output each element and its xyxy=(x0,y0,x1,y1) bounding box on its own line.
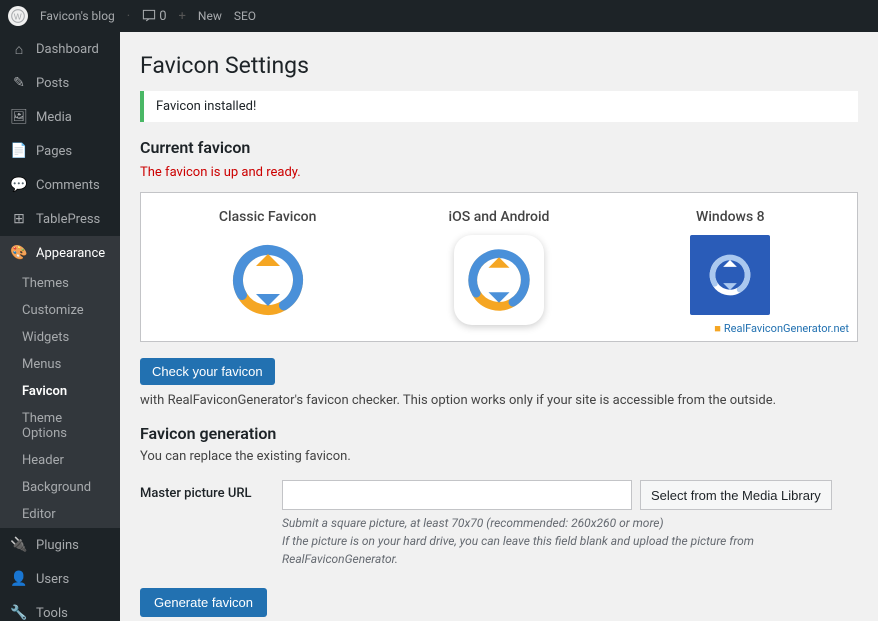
win-icon xyxy=(690,235,770,315)
check-area: Check your favicon with RealFaviconGener… xyxy=(140,358,858,408)
classic-label: Classic Favicon xyxy=(219,209,317,225)
status-text: The favicon is up and ready. xyxy=(140,165,858,180)
ios-icon xyxy=(454,235,544,325)
seo-link[interactable]: SEO xyxy=(234,9,256,23)
ios-label: iOS and Android xyxy=(449,209,550,225)
rfg-link[interactable]: ■ RealFaviconGenerator.net xyxy=(714,322,849,335)
comments-link[interactable]: 0 xyxy=(142,9,166,24)
site-name[interactable]: Favicon's blog xyxy=(40,9,115,23)
svg-text:W: W xyxy=(14,12,22,22)
favicon-classic-col: Classic Favicon xyxy=(157,209,378,325)
layout: ⌂ Dashboard ✎ Posts 🖼 Media 📄 Pages 💬 Co… xyxy=(0,32,878,621)
check-desc: with RealFaviconGenerator's favicon chec… xyxy=(140,393,776,408)
sidebar-item-pages[interactable]: 📄 Pages xyxy=(0,134,120,168)
sidebar-item-comments[interactable]: 💬 Comments xyxy=(0,168,120,202)
sidebar-item-header[interactable]: Header xyxy=(0,447,120,474)
generation-title: Favicon generation xyxy=(140,424,858,443)
wp-logo[interactable]: W xyxy=(8,6,28,26)
form-input-row: Select from the Media Library xyxy=(282,480,858,510)
form-hint: Submit a square picture, at least 70x70 … xyxy=(282,514,858,568)
win-label: Windows 8 xyxy=(696,209,765,225)
sidebar: ⌂ Dashboard ✎ Posts 🖼 Media 📄 Pages 💬 Co… xyxy=(0,32,120,621)
master-url-label: Master picture URL xyxy=(140,480,270,501)
check-favicon-button[interactable]: Check your favicon xyxy=(140,358,275,385)
sidebar-item-users[interactable]: 👤 Users xyxy=(0,562,120,596)
sidebar-item-widgets[interactable]: Widgets xyxy=(0,324,120,351)
classic-icon xyxy=(223,235,313,325)
sidebar-item-background[interactable]: Background xyxy=(0,474,120,501)
new-link[interactable]: New xyxy=(198,9,222,23)
sidebar-item-customize[interactable]: Customize xyxy=(0,297,120,324)
sidebar-submenu-appearance: Themes Customize Widgets Menus Favicon T… xyxy=(0,270,120,528)
favicon-win-col: Windows 8 xyxy=(620,209,841,325)
sidebar-item-editor[interactable]: Editor xyxy=(0,501,120,528)
form-controls: Select from the Media Library Submit a s… xyxy=(282,480,858,568)
comments-icon: 💬 xyxy=(10,176,28,194)
sidebar-item-appearance[interactable]: 🎨 Appearance xyxy=(0,236,120,270)
master-url-row: Master picture URL Select from the Media… xyxy=(140,480,858,568)
favicon-ios-col: iOS and Android xyxy=(388,209,609,325)
users-icon: 👤 xyxy=(10,570,28,588)
select-media-button[interactable]: Select from the Media Library xyxy=(640,480,832,510)
sidebar-item-dashboard[interactable]: ⌂ Dashboard xyxy=(0,32,120,66)
main-content: Favicon Settings Favicon installed! Curr… xyxy=(120,32,878,621)
sep2: + xyxy=(179,9,186,24)
sidebar-item-plugins[interactable]: 🔌 Plugins xyxy=(0,528,120,562)
generation-desc: You can replace the existing favicon. xyxy=(140,449,858,464)
master-url-input[interactable] xyxy=(282,480,632,510)
tools-icon: 🔧 xyxy=(10,604,28,621)
favicon-preview-box: Classic Favicon iOS and Android xyxy=(140,192,858,342)
tablepress-icon: ⊞ xyxy=(10,210,28,228)
top-bar: W Favicon's blog · 0 + New SEO xyxy=(0,0,878,32)
page-title: Favicon Settings xyxy=(140,52,858,79)
generate-favicon-button[interactable]: Generate favicon xyxy=(140,588,267,617)
pages-icon: 📄 xyxy=(10,142,28,160)
sidebar-item-themes[interactable]: Themes xyxy=(0,270,120,297)
sidebar-item-tablepress[interactable]: ⊞ TablePress xyxy=(0,202,120,236)
sidebar-item-menus[interactable]: Menus xyxy=(0,351,120,378)
sidebar-item-theme-options[interactable]: Theme Options xyxy=(0,405,120,447)
sidebar-item-posts[interactable]: ✎ Posts xyxy=(0,66,120,100)
appearance-icon: 🎨 xyxy=(10,244,28,262)
current-favicon-title: Current favicon xyxy=(140,138,858,157)
notice-installed: Favicon installed! xyxy=(140,91,858,122)
posts-icon: ✎ xyxy=(10,74,28,92)
sidebar-item-media[interactable]: 🖼 Media xyxy=(0,100,120,134)
sep1: · xyxy=(127,9,130,24)
media-icon: 🖼 xyxy=(10,108,28,126)
sidebar-item-favicon[interactable]: Favicon xyxy=(0,378,120,405)
content-wrap: Favicon Settings Favicon installed! Curr… xyxy=(120,32,878,621)
plugins-icon: 🔌 xyxy=(10,536,28,554)
dashboard-icon: ⌂ xyxy=(10,40,28,58)
sidebar-item-tools[interactable]: 🔧 Tools xyxy=(0,596,120,621)
